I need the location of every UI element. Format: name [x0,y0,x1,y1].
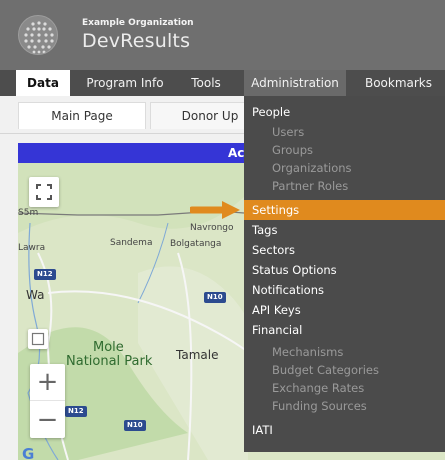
administration-dropdown: People Users Groups Organizations Partne… [244,96,445,452]
menu-iati[interactable]: IATI [244,420,445,440]
banner-text: Ac [228,146,245,160]
zoom-out-button[interactable]: − [30,401,65,438]
main-nav: Data Program Info Tools Administration B… [0,70,445,96]
menu-budget-categories[interactable]: Budget Categories [244,360,445,380]
map-label-navrongo: Navrongo [190,223,234,233]
menu-status-options[interactable]: Status Options [244,260,445,280]
nav-program-info[interactable]: Program Info [80,70,170,96]
road-badge-n12-south: N12 [65,406,87,417]
menu-groups[interactable]: Groups [244,140,445,160]
map-label-mole: Mole [93,340,124,355]
menu-tags[interactable]: Tags [244,220,445,240]
menu-funding-sources[interactable]: Funding Sources [244,396,445,416]
menu-sectors[interactable]: Sectors [244,240,445,260]
google-logo-fragment: G [22,445,35,460]
nav-administration[interactable]: Administration [244,70,346,96]
map-label-left-edge: S5m [18,208,39,218]
menu-settings[interactable]: Settings [244,200,445,220]
map-label-tamale: Tamale [176,348,219,362]
app-header: Example Organization DevResults [0,0,445,70]
draw-rectangle-icon[interactable] [28,329,48,349]
menu-exchange-rates[interactable]: Exchange Rates [244,378,445,398]
nav-tools[interactable]: Tools [172,70,240,96]
menu-people[interactable]: People [244,102,445,122]
menu-users[interactable]: Users [244,122,445,142]
tab-main-page[interactable]: Main Page [18,102,146,129]
menu-partner-roles[interactable]: Partner Roles [244,176,445,196]
road-badge-n10-south: N10 [124,420,146,431]
app-name: DevResults [82,30,191,52]
fullscreen-icon[interactable] [29,177,59,207]
road-badge-n10: N10 [204,292,226,303]
organization-name: Example Organization [82,18,194,28]
map-label-bolgatanga: Bolgatanga [170,239,222,249]
map-label-wa: Wa [26,288,45,302]
pointer-arrow-icon [190,201,240,219]
nav-data[interactable]: Data [16,70,70,96]
map-label-lawra: Lawra [18,243,46,253]
map-label-national-park: National Park [66,354,153,369]
globe-dots-logo[interactable] [18,15,58,55]
menu-mechanisms[interactable]: Mechanisms [244,342,445,362]
map-label-sandema: Sandema [110,238,153,248]
menu-organizations[interactable]: Organizations [244,158,445,178]
road-badge-n12: N12 [34,269,56,280]
zoom-in-button[interactable]: + [30,364,65,401]
menu-notifications[interactable]: Notifications [244,280,445,300]
zoom-control: + − [30,364,65,438]
menu-api-keys[interactable]: API Keys [244,300,445,320]
nav-bookmarks[interactable]: Bookmarks [352,70,445,96]
menu-financial[interactable]: Financial [244,320,445,340]
